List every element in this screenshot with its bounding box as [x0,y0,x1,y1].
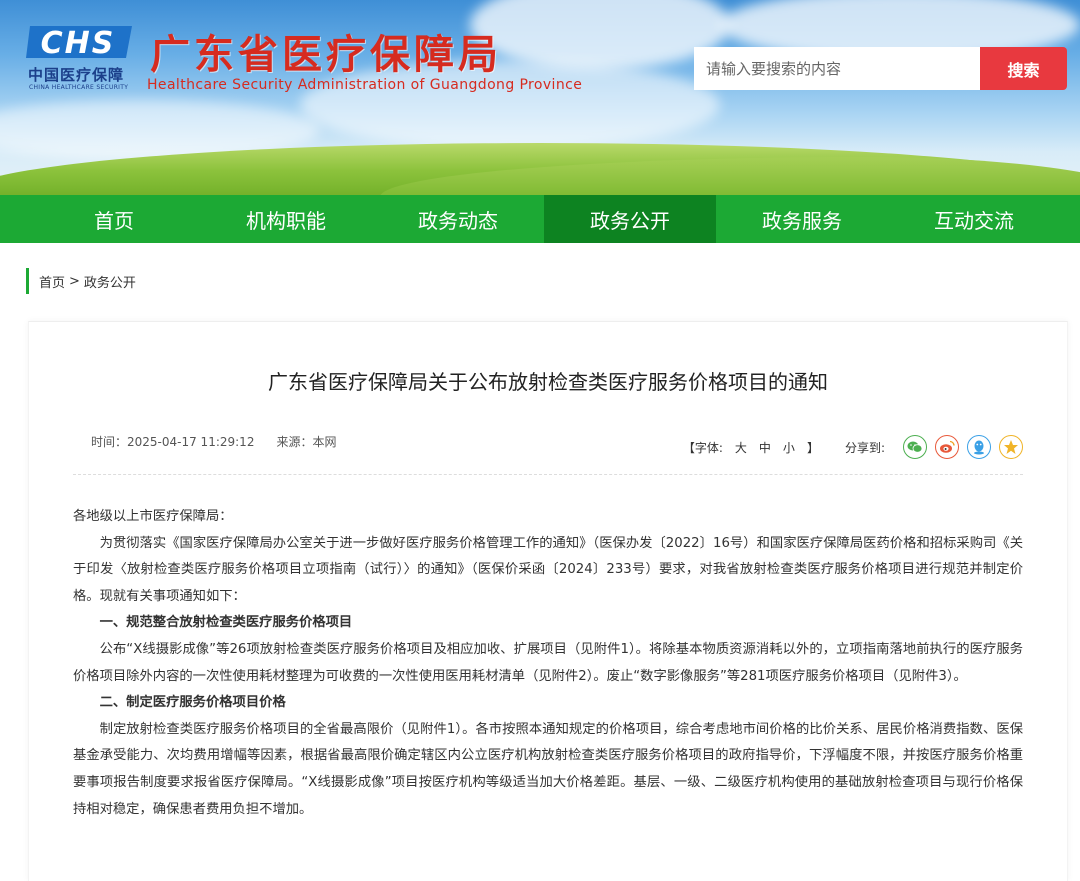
section-heading: 一、规范整合放射检查类医疗服务价格项目 [99,615,353,631]
article-body: 各地级以上市医疗保障局： 为贯彻落实《国家医疗保障局办公室关于进一步做好医疗服务… [73,504,1023,823]
meta-divider [73,474,1023,475]
site-title: 广东省医疗保障局 [150,32,502,78]
article-card: 广东省医疗保障局关于公布放射检查类医疗服务价格项目的通知 时间：2025-04-… [28,321,1068,881]
logo-chinese-name: 中国医疗保障 [28,66,125,84]
font-size-medium-button[interactable]: 中 [759,439,771,456]
article-title: 广东省医疗保障局关于公布放射检查类医疗服务价格项目的通知 [268,370,828,394]
chs-logo[interactable]: CHS 中国医疗保障 CHINA HEALTHCARE SECURITY [26,22,138,91]
font-size-small-button[interactable]: 小 [783,439,795,456]
breadcrumb-home-link[interactable]: 首页 [39,272,65,291]
chs-logo-text: CHS [41,26,116,61]
font-size-switcher: 【字体: 大 中 小 】 [683,439,819,456]
logo-english-name: CHINA HEALTHCARE SECURITY [29,84,129,91]
search-button[interactable]: 搜索 [980,47,1067,90]
publish-time: 时间：2025-04-17 11:29:12 [91,435,255,449]
site-subtitle: Healthcare Security Administration of Gu… [147,77,583,93]
paragraph: 公布“X线摄影成像”等26项放射检查类医疗服务价格项目及相应加收、扩展项目（见附… [73,641,1023,684]
nav-item-interaction[interactable]: 互动交流 [888,195,1060,243]
wechat-icon[interactable] [903,435,927,459]
breadcrumb: 首页 > 政务公开 [26,268,136,294]
qq-icon[interactable] [967,435,991,459]
nav-item-services[interactable]: 政务服务 [716,195,888,243]
paragraph: 制定放射检查类医疗服务价格项目的全省最高限价（见附件1）。各市按照本通知规定的价… [73,721,1023,817]
section-heading: 二、制定医疗服务价格项目价格 [99,695,286,711]
qzone-icon[interactable] [999,435,1023,459]
nav-item-functions[interactable]: 机构职能 [200,195,372,243]
weibo-icon[interactable] [935,435,959,459]
nav-item-home[interactable]: 首页 [0,195,200,243]
font-size-label: 【字体: [682,440,723,455]
breadcrumb-current-link[interactable]: 政务公开 [84,272,136,291]
nav-item-disclosure[interactable]: 政务公开 [544,195,716,243]
breadcrumb-separator: > [69,273,80,289]
font-size-bracket: 】 [806,440,819,455]
nav-item-news[interactable]: 政务动态 [372,195,544,243]
chs-logo-mark: CHS [26,26,132,61]
salutation: 各地级以上市医疗保障局： [73,509,233,524]
article-meta: 时间：2025-04-17 11:29:12 来源：本网 [91,433,336,450]
header-banner: CHS 中国医疗保障 CHINA HEALTHCARE SECURITY 广东省… [0,0,1080,195]
font-size-large-button[interactable]: 大 [735,439,747,456]
main-nav: 首页 机构职能 政务动态 政务公开 政务服务 互动交流 [0,195,1080,243]
search-input[interactable] [694,47,980,90]
article-tools: 【字体: 大 中 小 】 分享到: [683,435,1023,459]
paragraph: 为贯彻落实《国家医疗保障局办公室关于进一步做好医疗服务价格管理工作的通知》（医保… [73,535,1023,604]
share-label: 分享到: [844,440,885,455]
article-source: 来源：本网 [276,435,337,449]
